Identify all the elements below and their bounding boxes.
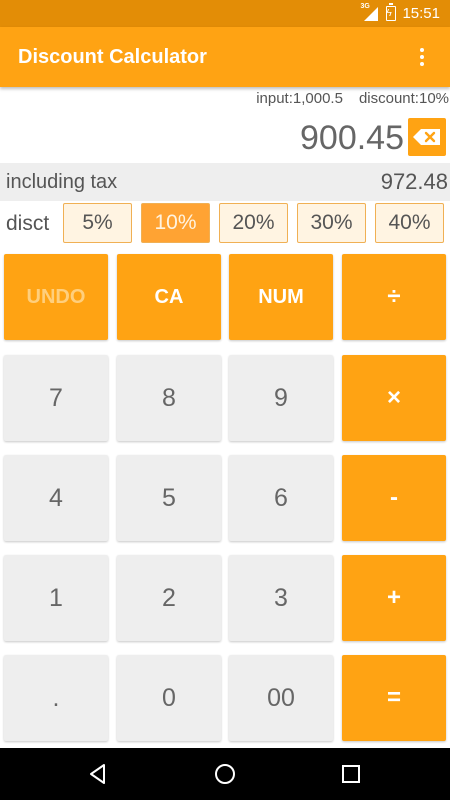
tax-row: including tax 972.48 [0,163,450,201]
discount-10-button[interactable]: 10% [141,203,210,243]
key-6-button[interactable]: 6 [229,455,333,541]
overflow-menu-icon[interactable] [404,39,440,75]
result-display: 900.45 [300,119,404,157]
tax-value: 972.48 [380,169,448,194]
key-4-button[interactable]: 4 [4,455,108,541]
num-button[interactable]: NUM [229,254,333,340]
key-00-button[interactable]: 00 [229,655,333,741]
key-1-button[interactable]: 1 [4,555,108,641]
signal-icon: 3G [360,3,380,21]
multiply-button[interactable]: × [342,355,446,441]
discount-30-button[interactable]: 30% [297,203,366,243]
app-title: Discount Calculator [18,46,207,68]
key-7-button[interactable]: 7 [4,355,108,441]
status-icons: 3G ϟ 15:51 [360,0,440,27]
input-info-line: input:1,000.5 discount:10% [0,90,450,112]
navigation-bar [0,748,450,800]
key-5-button[interactable]: 5 [117,455,221,541]
recents-icon[interactable] [338,761,364,787]
key-9-button[interactable]: 9 [229,355,333,441]
backspace-button[interactable] [408,118,446,156]
discount-5-button[interactable]: 5% [63,203,132,243]
network-type-label: 3G [360,2,370,10]
tax-label: including tax [6,171,118,193]
plus-button[interactable]: + [342,555,446,641]
clear-all-button[interactable]: CA [117,254,221,340]
discount-20-button[interactable]: 20% [219,203,288,243]
app-bar: Discount Calculator [0,27,450,87]
divide-button[interactable]: ÷ [342,254,446,340]
status-bar: 3G ϟ 15:51 [0,0,450,27]
discount-info-text: discount:10% [358,90,449,107]
battery-charging-icon: ϟ [386,3,397,21]
decimal-point-button[interactable]: . [4,655,108,741]
key-8-button[interactable]: 8 [117,355,221,441]
discount-40-button[interactable]: 40% [375,203,444,243]
key-0-button[interactable]: 0 [117,655,221,741]
minus-button[interactable]: - [342,455,446,541]
key-3-button[interactable]: 3 [229,555,333,641]
status-time: 15:51 [402,5,440,22]
home-icon[interactable] [212,761,238,787]
undo-button[interactable]: UNDO [4,254,108,340]
discount-label: disct [6,212,50,235]
key-2-button[interactable]: 2 [117,555,221,641]
equals-button[interactable]: = [342,655,446,741]
input-value-text: input:1,000.5 [256,90,343,107]
back-icon[interactable] [85,761,111,787]
backspace-icon [413,129,440,145]
